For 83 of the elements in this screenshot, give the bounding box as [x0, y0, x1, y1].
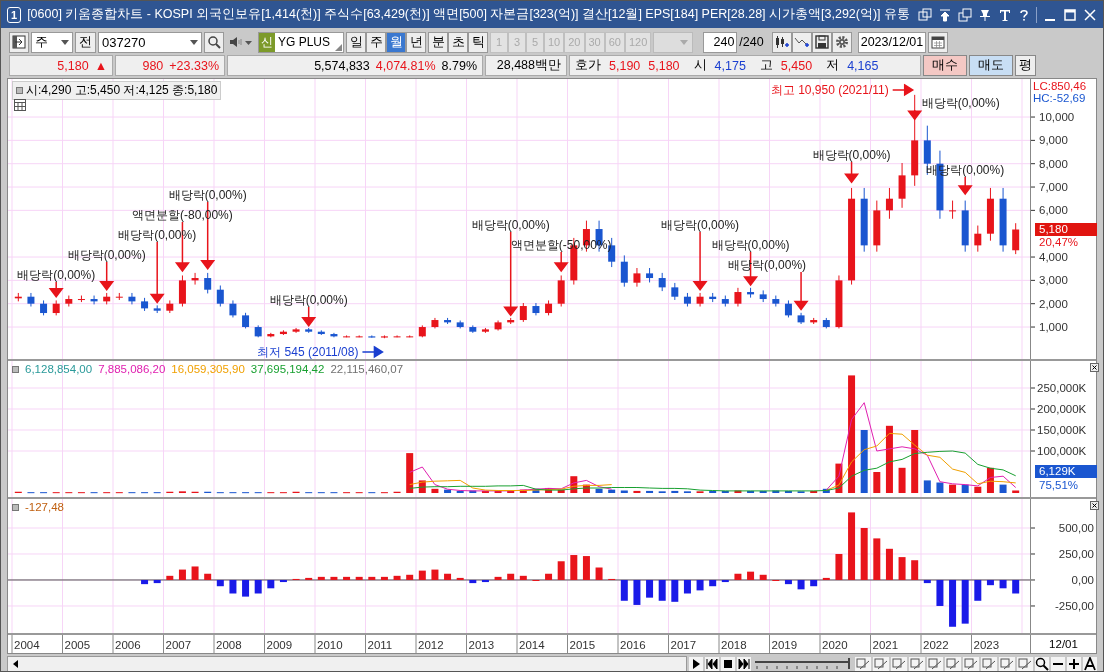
turnover-rate: 8.79% — [441, 58, 477, 73]
axis-label: 2,000 — [1039, 297, 1068, 310]
event-label: 배당락(0,00%) — [269, 293, 348, 307]
field-label: 시 — [693, 57, 707, 74]
up-arrow: ▲ — [94, 58, 107, 73]
legend-value: 6,128,854,00 — [25, 363, 93, 375]
year-label: 2013 — [468, 639, 495, 651]
window-title: [0600] 키움종합차트 - KOSPI 외국인보유[1,414(천)] 주식수[63,429(천)] 액면[500] 자본금[323(억)] 결산[12월] EPS[184] PER[28.28] 시가총액[3,292(억)] 유통 — [27, 6, 912, 23]
event-label: 배당락(0,00%) — [17, 268, 96, 282]
hc-label: HC:-52,69 — [1033, 92, 1086, 104]
current-price: 5,180 — [57, 58, 89, 73]
axis-label: 250,00 — [1058, 548, 1094, 560]
ohlc-text: 시:4,290 고:5,450 저:4,125 종:5,180 — [26, 82, 218, 99]
field-value: 5,450 — [780, 58, 813, 73]
volume-value: 5,574,833 — [314, 58, 370, 73]
event-label: 배당락(0,00%) — [471, 218, 550, 232]
axis-label: 150,000K — [1037, 424, 1087, 436]
volume-rate: 4,074.81% — [375, 58, 436, 73]
axis-label: 200,000K — [1037, 403, 1087, 415]
year-label: 2009 — [266, 639, 293, 651]
axis-label: 9,000 — [1039, 134, 1068, 147]
axis-label: 500,00 — [1058, 522, 1094, 534]
legend-value: 16,059,305,90 — [171, 363, 245, 375]
year-label: 2011 — [367, 639, 393, 651]
year-label: 2008 — [216, 639, 242, 651]
legend-value: 37,695,194,42 — [250, 363, 325, 375]
axis-label: 8,000 — [1039, 157, 1068, 170]
end-date-label: 12/01 — [1049, 638, 1078, 650]
legend-value: 7,885,086,20 — [98, 363, 166, 375]
oscillator-value: -127,48 — [25, 501, 64, 513]
axis-label: 7,000 — [1039, 181, 1068, 194]
axis-label: 4,000 — [1039, 251, 1068, 264]
event-label: 배당락(0,00%) — [661, 218, 740, 232]
count-total: /240 — [739, 35, 764, 49]
year-label: 2022 — [923, 639, 949, 651]
year-label: 2005 — [64, 639, 91, 651]
year-label: 2016 — [620, 639, 646, 651]
year-label: 2004 — [14, 639, 40, 651]
price-change: 980 — [142, 58, 164, 73]
price-tag: 5,180 — [1035, 222, 1097, 236]
year-label: 2014 — [519, 639, 545, 651]
legend-value: 22,115,460,07 — [330, 363, 404, 375]
axis-label: 6,000 — [1039, 204, 1068, 217]
ask-price: 5,190 — [609, 58, 641, 73]
year-label: 2006 — [115, 639, 141, 651]
axis-label: 1,000 — [1039, 321, 1068, 334]
axis-label: 100,000K — [1037, 445, 1087, 457]
rate-tag: 20,47% — [1039, 235, 1078, 249]
trade-amount: 28,488백만 — [496, 57, 561, 74]
volume-tag: 6,129K — [1035, 465, 1097, 478]
high-label: 최고 10,950 (2021/11) — [770, 83, 889, 97]
year-label: 2019 — [771, 639, 798, 651]
axis-label: 3,000 — [1039, 274, 1068, 287]
low-label: 최저 545 (2011/08) — [257, 345, 359, 359]
event-label: 배당락(0,00%) — [812, 148, 891, 162]
quote-label: 호가 — [575, 57, 601, 74]
axis-label: -250,00 — [1055, 599, 1094, 612]
year-label: 2020 — [822, 639, 848, 651]
volume-rate-tag: 75,51% — [1039, 479, 1078, 492]
year-label: 2023 — [973, 639, 1000, 651]
change-rate: +23.33% — [169, 58, 219, 73]
axis-label: 10,000 — [1039, 111, 1075, 124]
bid-price: 5,180 — [648, 58, 680, 73]
year-label: 2012 — [418, 639, 444, 651]
field-value: 4,175 — [714, 58, 746, 73]
event-label: 배당락(0,00%) — [711, 238, 790, 252]
axis-label: 250,000K — [1037, 382, 1087, 394]
lc-label: LC:850,46 — [1033, 80, 1087, 92]
event-label: 배당락(0,00%) — [67, 248, 146, 262]
year-label: 2021 — [872, 639, 899, 651]
event-label: 배당락(0,00%) — [921, 96, 1000, 110]
new-badge: 신 — [259, 32, 275, 52]
year-label: 2017 — [670, 639, 697, 651]
field-value: 4,165 — [847, 58, 879, 73]
field-label: 저 — [826, 57, 840, 74]
window-number: 1 — [7, 6, 22, 23]
year-label: 2018 — [721, 639, 747, 651]
year-label: 2010 — [317, 639, 343, 651]
event-label: 배당락(0,00%) — [168, 188, 247, 202]
year-label: 2007 — [165, 639, 192, 651]
year-label: 2015 — [569, 639, 596, 651]
axis-label: 0,00 — [1071, 574, 1094, 586]
field-label: 고 — [759, 57, 773, 74]
